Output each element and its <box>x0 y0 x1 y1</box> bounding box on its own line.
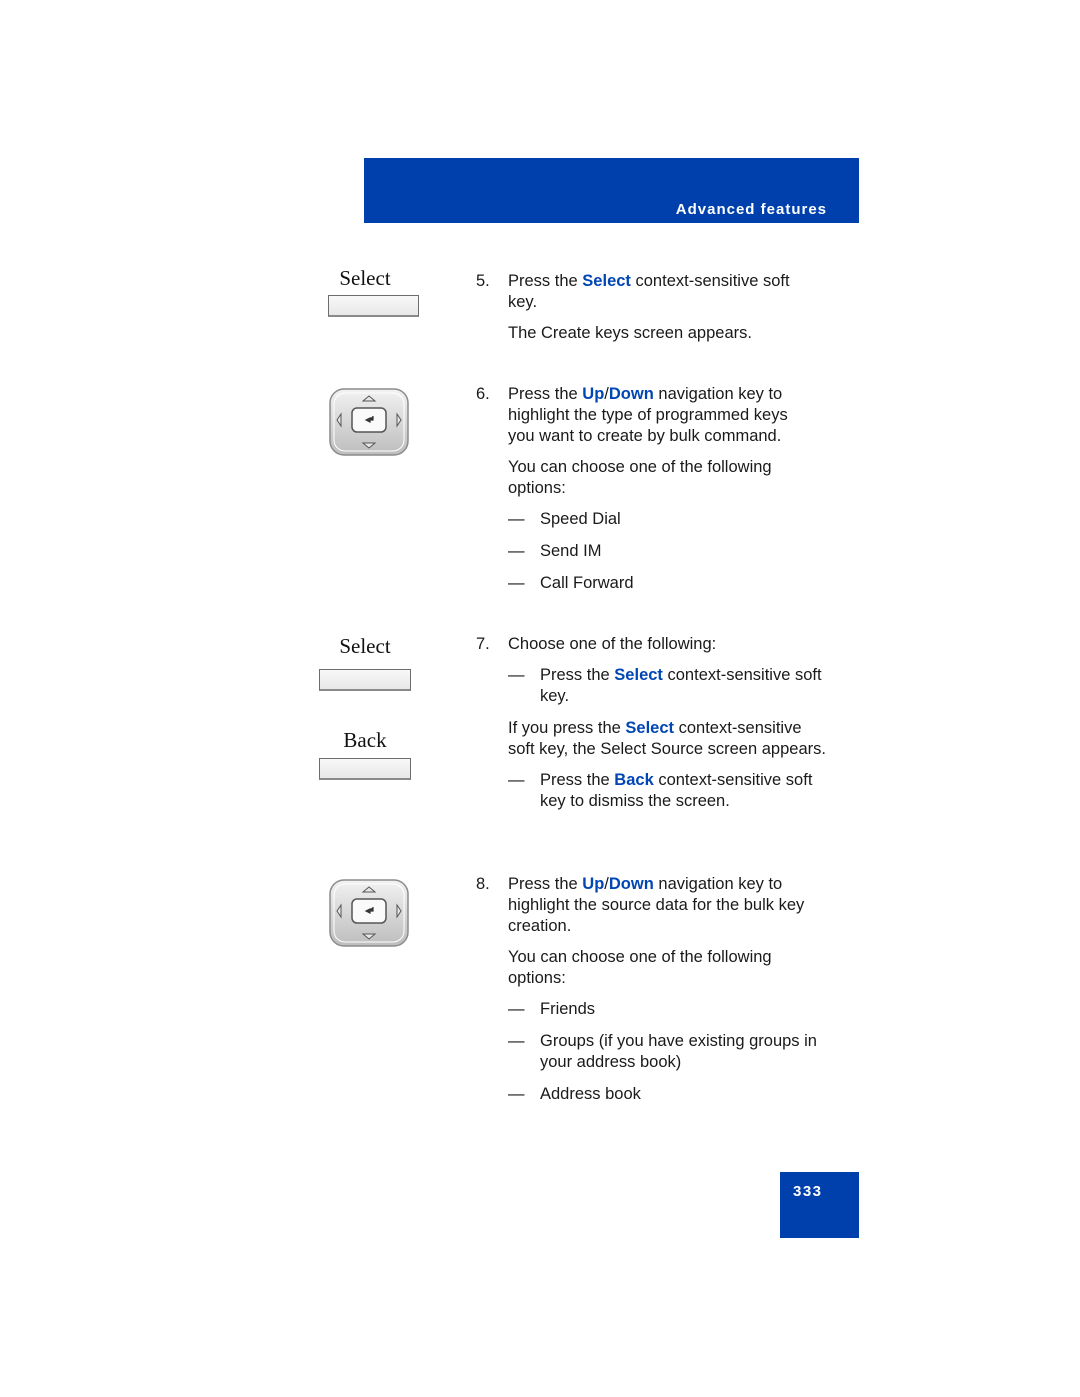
dash-bullet: — <box>508 574 525 592</box>
step-note: If you press the Select context-sensitiv… <box>508 719 826 758</box>
softkey-back-button[interactable] <box>319 758 411 780</box>
step-5: 5. Press the Select context-sensitive so… <box>476 271 816 354</box>
highlight-up: Up <box>582 875 605 893</box>
navigation-key-icon-2[interactable] <box>328 878 410 948</box>
highlight-back: Back <box>614 771 654 789</box>
step-instruction: Press the Select context-sensitive soft … <box>508 272 790 311</box>
highlight-select: Select <box>614 666 663 684</box>
softkey-select-button[interactable] <box>328 295 419 317</box>
step-instruction: Press the Up/Down navigation key to high… <box>508 875 805 935</box>
dash-bullet: — <box>508 771 525 789</box>
softkey-select-button-2[interactable] <box>319 669 411 691</box>
option-item: — Press the Back context-sensitive soft k… <box>508 771 813 810</box>
section-title: Advanced features <box>675 201 827 218</box>
highlight-down: Down <box>608 385 654 403</box>
dash-bullet: — <box>508 1085 525 1103</box>
step-6: 6. Press the Up/Down navigation key to h… <box>476 384 816 605</box>
softkey-label-select-2: Select <box>339 634 391 658</box>
section-header-band: Advanced features <box>364 158 859 223</box>
option-item: — Call Forward <box>508 574 634 592</box>
highlight-select: Select <box>625 719 675 737</box>
option-item: — Send IM <box>508 542 602 560</box>
option-item: — Press the Select context-sensitive soft… <box>508 666 822 705</box>
highlight-down: Down <box>608 875 654 893</box>
highlight-up: Up <box>582 385 605 403</box>
step-intro: Choose one of the following: <box>508 635 717 653</box>
dash-bullet: — <box>508 666 525 684</box>
step-number: 6. <box>476 385 490 403</box>
step-note: You can choose one of the following opti… <box>508 458 772 497</box>
step-7: 7. Choose one of the following: — Press t… <box>476 634 828 823</box>
option-item: — Address book <box>508 1085 641 1103</box>
step-note: The Create keys screen appears. <box>508 324 752 342</box>
softkey-label-select: Select <box>339 266 391 290</box>
dash-bullet: — <box>508 1032 525 1050</box>
step-8: 8. Press the Up/Down navigation key to h… <box>476 874 828 1116</box>
navigation-key-icon[interactable] <box>328 387 410 457</box>
step-note: You can choose one of the following opti… <box>508 948 772 987</box>
option-item: — Groups (if you have existing groups in … <box>508 1032 817 1071</box>
step-number: 7. <box>476 635 490 653</box>
dash-bullet: — <box>508 1000 525 1018</box>
dash-bullet: — <box>508 510 525 528</box>
softkey-label-back: Back <box>343 728 387 752</box>
highlight-select: Select <box>582 272 631 290</box>
step-number: 8. <box>476 875 490 893</box>
step-number: 5. <box>476 272 490 290</box>
dash-bullet: — <box>508 542 525 560</box>
page-number: 333 <box>793 1183 823 1200</box>
option-item: — Speed Dial <box>508 510 621 528</box>
option-item: — Friends <box>508 1000 596 1018</box>
page-number-box: 333 <box>780 1172 859 1238</box>
step-instruction: Press the Up/Down navigation key to high… <box>508 385 788 445</box>
